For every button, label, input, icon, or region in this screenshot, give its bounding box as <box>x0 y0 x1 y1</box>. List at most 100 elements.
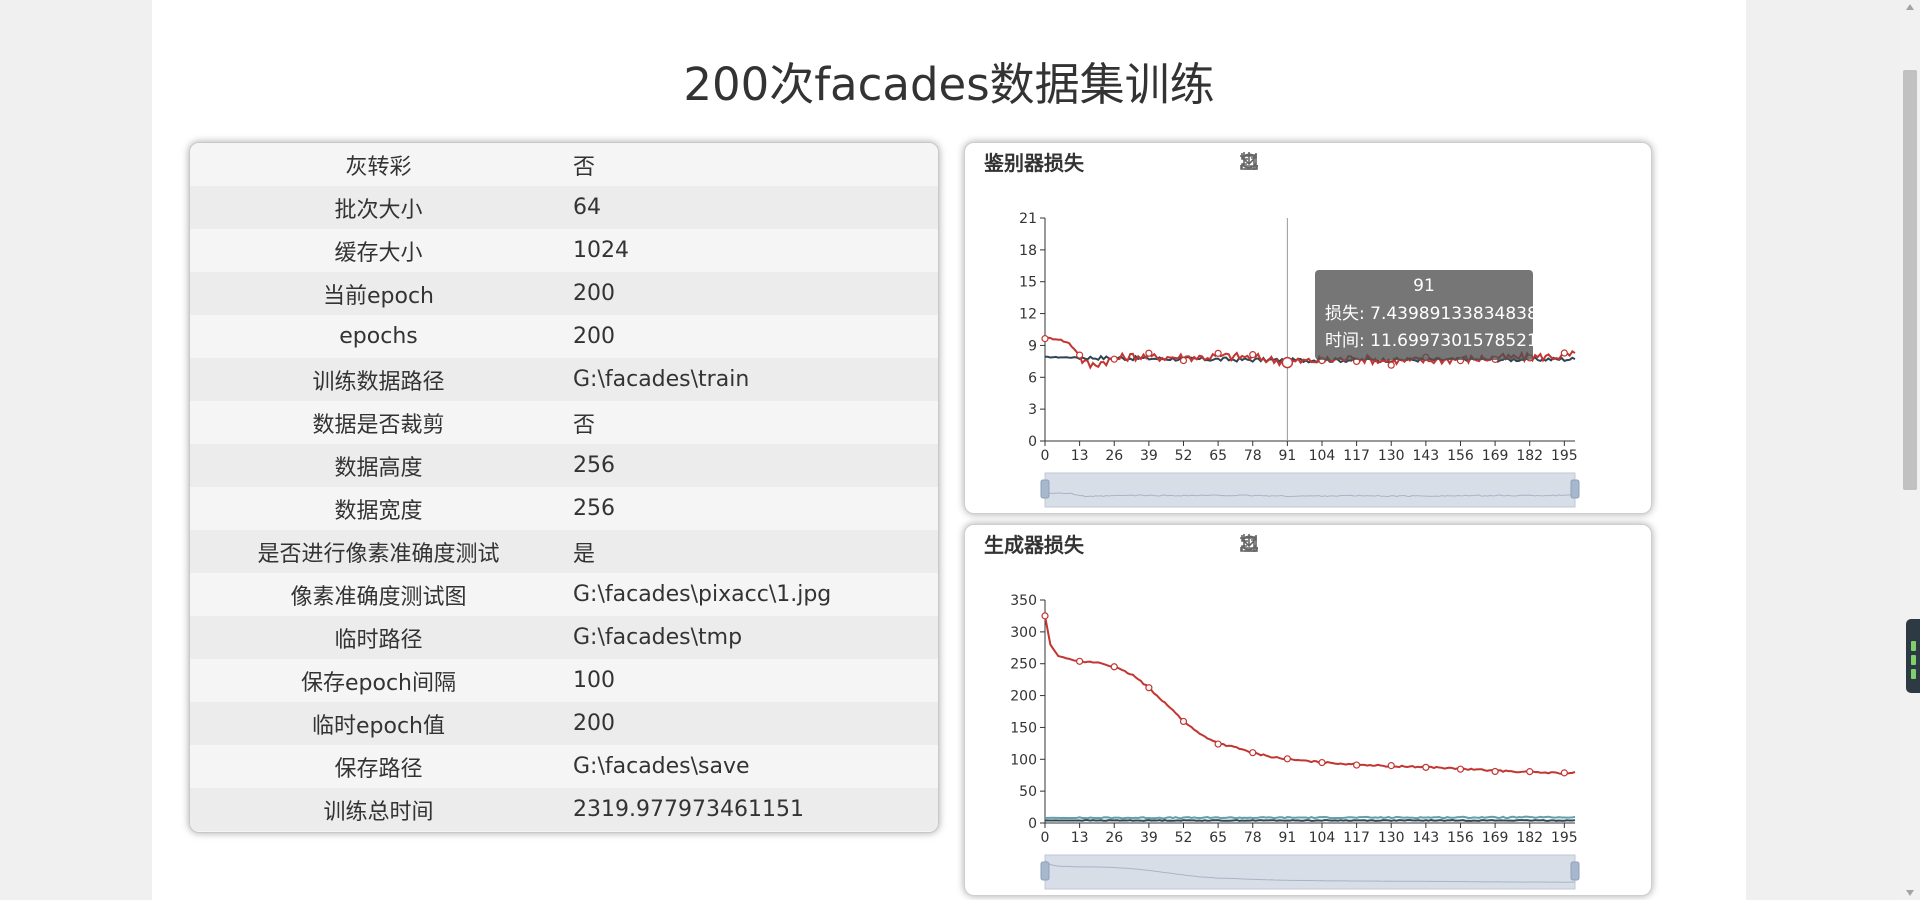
param-row: 数据高度 256 <box>190 444 938 487</box>
x-tick-label: 91 <box>1278 448 1296 464</box>
param-row: 临时epoch值 200 <box>190 702 938 745</box>
param-key: 是否进行像素准确度测试 <box>257 541 500 567</box>
training-params-table: 灰转彩否批次大小 64 缓存大小 1024 当前epoch 200 epochs 200 训练数… <box>189 142 939 833</box>
param-key: 像素准确度测试图 <box>290 584 467 610</box>
x-tick-label: 169 <box>1482 830 1509 846</box>
data-point <box>1214 740 1222 748</box>
side-widget[interactable] <box>1906 619 1920 693</box>
chart-title: 生成器损失 <box>984 533 1084 557</box>
x-tick-label: 78 <box>1244 830 1262 846</box>
data-point <box>1145 349 1153 357</box>
param-row: epochs 200 <box>190 315 938 358</box>
y-tick-label: 250 <box>1010 657 1037 673</box>
x-tick-label: 104 <box>1309 448 1336 464</box>
y-tick-label: 3 <box>1028 402 1037 418</box>
param-key: 保存epoch间隔 <box>301 670 456 696</box>
data-zoom-track <box>1044 854 1576 890</box>
zoom-handle-left[interactable] <box>1040 479 1050 499</box>
data-point <box>1353 761 1361 769</box>
y-tick-label: 150 <box>1010 720 1037 736</box>
param-value: G:\facades\pixacc\1.jpg <box>573 582 832 607</box>
x-tick-label: 65 <box>1209 448 1227 464</box>
zoom-handle-left[interactable] <box>1040 861 1050 881</box>
data-point <box>1145 684 1153 692</box>
param-value: G:\facades\train <box>573 367 750 392</box>
param-key: epochs <box>339 324 418 349</box>
series-line <box>1044 815 1576 820</box>
param-row: 是否进行像素准确度测试 是 <box>190 530 938 573</box>
x-tick-label: 0 <box>1041 830 1050 846</box>
param-key: 训练总时间 <box>323 799 434 825</box>
download-icon[interactable] <box>1237 531 1261 555</box>
scroll-down-arrow-icon[interactable] <box>1906 890 1914 896</box>
x-tick-label: 13 <box>1071 830 1089 846</box>
x-tick-label: 26 <box>1105 448 1123 464</box>
y-tick-label: 21 <box>1019 211 1037 227</box>
x-tick-label: 26 <box>1105 830 1123 846</box>
y-tick-label: 12 <box>1019 307 1037 323</box>
scroll-up-arrow-icon[interactable] <box>1906 4 1914 10</box>
param-row: 训练总时间 2319.977973461151 <box>190 788 938 831</box>
data-point <box>1110 355 1118 363</box>
param-value: G:\facades\tmp <box>573 625 743 650</box>
y-tick-label: 0 <box>1028 816 1037 832</box>
side-widget-bar <box>1911 641 1916 651</box>
data-point <box>1456 765 1465 773</box>
x-tick-label: 104 <box>1309 830 1336 846</box>
param-value: 256 <box>573 453 615 478</box>
param-value: 否 <box>573 412 596 438</box>
param-row: 批次大小 64 <box>190 186 938 229</box>
param-row: 缓存大小 1024 <box>190 229 938 272</box>
x-tick-label: 52 <box>1175 448 1193 464</box>
param-key: 缓存大小 <box>334 240 423 266</box>
generator-loss-chart: 0 50 100 150 200 250 300 350 0 13 26 39 52 65 78 91 104 1… <box>964 524 1652 896</box>
y-tick-label: 100 <box>1010 752 1037 768</box>
param-row: 训练数据路径 G:\facades\train <box>190 358 938 401</box>
data-point <box>1249 749 1257 757</box>
x-tick-label: 143 <box>1412 448 1439 464</box>
param-key: 保存路径 <box>334 756 423 782</box>
tooltip-row-time: 时间: 11.699730157852173 <box>1319 326 1559 351</box>
x-tick-label: 169 <box>1482 448 1509 464</box>
page-title: 200次facades数据集训练 <box>683 58 1215 111</box>
param-value: 64 <box>573 195 601 220</box>
data-point <box>1076 657 1084 665</box>
param-value: 1024 <box>573 238 629 263</box>
param-key: 数据是否裁剪 <box>312 412 445 438</box>
data-point <box>1179 717 1188 726</box>
x-tick-label: 182 <box>1516 448 1543 464</box>
x-tick-label: 117 <box>1343 448 1370 464</box>
data-point <box>1214 349 1222 357</box>
page-scrollbar[interactable] <box>1900 0 1920 900</box>
side-widget-bar <box>1911 655 1916 665</box>
param-value: 100 <box>573 668 615 693</box>
zoom-handle-right[interactable] <box>1570 479 1580 499</box>
param-value: 200 <box>573 711 615 736</box>
zoom-handle-right[interactable] <box>1570 861 1580 881</box>
data-point <box>1491 767 1499 776</box>
param-row: 数据宽度 256 <box>190 487 938 530</box>
param-key: 临时路径 <box>334 627 423 653</box>
param-row: 当前epoch 200 <box>190 272 938 315</box>
chart-title: 鉴别器损失 <box>984 151 1084 175</box>
data-zoom-track <box>1044 472 1576 508</box>
param-key: 灰转彩 <box>345 154 412 180</box>
data-point <box>1318 758 1326 767</box>
param-row: 保存epoch间隔 100 <box>190 659 938 702</box>
download-icon[interactable] <box>1237 149 1261 173</box>
param-key: 数据高度 <box>334 455 423 481</box>
param-value: 200 <box>573 324 615 349</box>
y-tick-label: 9 <box>1028 338 1037 354</box>
param-key: 当前epoch <box>323 283 434 309</box>
data-point <box>1387 361 1395 369</box>
x-tick-label: 182 <box>1516 830 1543 846</box>
y-tick-label: 0 <box>1028 434 1037 450</box>
x-tick-label: 195 <box>1551 448 1578 464</box>
tooltip-label-time: 时间: 11.699730157852173 <box>1325 331 1560 351</box>
x-tick-label: 195 <box>1551 830 1578 846</box>
scrollbar-thumb[interactable] <box>1903 70 1917 490</box>
tooltip-row-loss: 损失: 7.439891338348389 <box>1319 299 1549 324</box>
param-value: 否 <box>573 154 596 180</box>
param-value: 是 <box>573 541 596 567</box>
data-point <box>1283 755 1291 763</box>
